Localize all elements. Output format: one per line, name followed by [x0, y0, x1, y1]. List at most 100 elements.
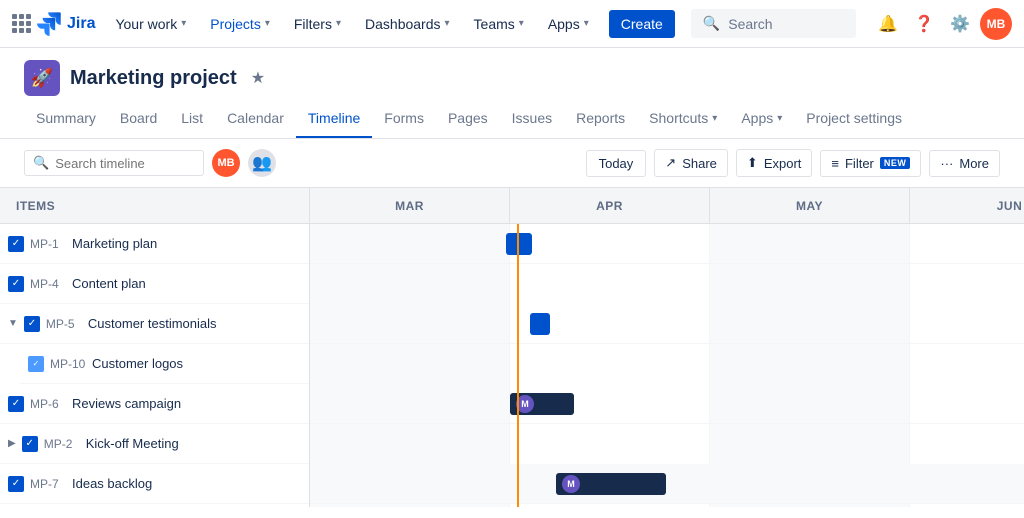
gantt-row-mp5[interactable]: M	[310, 384, 1024, 424]
tab-list[interactable]: List	[169, 100, 215, 138]
checkbox-mp5[interactable]: ✓	[24, 316, 40, 332]
more-button[interactable]: ··· More	[929, 150, 1000, 177]
create-button[interactable]: Create	[609, 10, 675, 38]
gantt-bar-mp10[interactable]: M	[556, 473, 666, 495]
timeline-header-row: Items MAR APR MAY JUN	[0, 188, 1024, 224]
tab-calendar[interactable]: Calendar	[215, 100, 296, 138]
today-line	[517, 224, 519, 507]
months-header: MAR APR MAY JUN	[310, 188, 1024, 223]
filter-button[interactable]: ≡ Filter NEW	[820, 150, 921, 177]
task-id-mp4: MP-4	[30, 277, 66, 291]
task-name-mp1: Marketing plan	[72, 236, 157, 251]
user-avatar-filter[interactable]: MB	[212, 149, 240, 177]
gantt-row-mp4[interactable]	[310, 304, 1024, 344]
task-row-mp2[interactable]: ▶ ✓ MP-2 Kick-off Meeting	[0, 424, 309, 464]
checkbox-mp10[interactable]: ✓	[28, 356, 44, 372]
checkbox-mp1[interactable]: ✓	[8, 236, 24, 252]
chevron-down-icon: ▾	[445, 18, 450, 29]
timeline-right-panel: M M M	[310, 224, 1024, 507]
checkbox-mp7[interactable]: ✓	[8, 476, 24, 492]
gantt-row-mp10[interactable]: M	[310, 464, 1024, 504]
search-timeline-input[interactable]	[55, 156, 185, 171]
gantt-row-mp1[interactable]	[310, 224, 1024, 264]
tab-summary[interactable]: Summary	[24, 100, 108, 138]
project-icon: 🚀	[24, 60, 60, 96]
today-button[interactable]: Today	[586, 150, 647, 177]
share-icon: ↗	[665, 155, 676, 171]
checkbox-mp4[interactable]: ✓	[8, 276, 24, 292]
expand-icon-mp2[interactable]: ▶	[8, 438, 16, 449]
tab-issues[interactable]: Issues	[500, 100, 564, 138]
top-nav: Jira Your work ▾ Projects ▾ Filters ▾ Da…	[0, 0, 1024, 48]
task-row-mp1[interactable]: ✓ MP-1 Marketing plan	[0, 224, 309, 264]
tab-reports[interactable]: Reports	[564, 100, 637, 138]
task-name-mp10: Customer logos	[92, 356, 183, 371]
nav-logo[interactable]: Jira	[12, 12, 95, 36]
chevron-down-icon: ▾	[584, 18, 589, 29]
task-name-mp7: Ideas backlog	[72, 476, 152, 491]
grid-icon	[12, 14, 31, 33]
tab-project-settings[interactable]: Project settings	[794, 100, 914, 138]
task-row-mp8[interactable]: ✓ MP-8 Customer satisfaction survey	[0, 504, 309, 507]
search-bar[interactable]: 🔍 Search	[691, 9, 856, 38]
task-row-mp7[interactable]: ✓ MP-7 Ideas backlog	[0, 464, 309, 504]
month-apr: APR	[510, 188, 710, 223]
chevron-down-icon: ▾	[181, 18, 186, 29]
nav-logo-text: Jira	[67, 15, 95, 33]
task-row-mp10[interactable]: ✓ MP-10 Customer logos	[20, 344, 309, 384]
help-button[interactable]: ❓	[908, 8, 940, 40]
chevron-down-icon: ▾	[519, 18, 524, 29]
month-jun: JUN	[910, 188, 1024, 223]
task-id-mp1: MP-1	[30, 237, 66, 251]
timeline-toolbar: 🔍 MB 👥 Today ↗ Share ⬆ Export ≡ Filter N…	[0, 139, 1024, 188]
task-row-mp5[interactable]: ▼ ✓ MP-5 Customer testimonials	[0, 304, 309, 344]
month-mar: MAR	[310, 188, 510, 223]
nav-your-work[interactable]: Your work ▾	[107, 10, 194, 38]
task-id-mp5: MP-5	[46, 317, 82, 331]
gantt-bar-mp5[interactable]: M	[510, 393, 574, 415]
settings-button[interactable]: ⚙️	[944, 8, 976, 40]
task-id-mp6: MP-6	[30, 397, 66, 411]
gantt-grid: M M M	[310, 224, 1024, 507]
share-button[interactable]: ↗ Share	[654, 149, 728, 177]
nav-filters[interactable]: Filters ▾	[286, 10, 349, 38]
user-avatar[interactable]: MB	[980, 8, 1012, 40]
items-column-header: Items	[0, 188, 310, 223]
export-button[interactable]: ⬆ Export	[736, 149, 812, 177]
search-placeholder: Search	[728, 16, 772, 32]
checkbox-mp6[interactable]: ✓	[8, 396, 24, 412]
chevron-down-icon: ▾	[777, 113, 782, 124]
nav-icons: 🔔 ❓ ⚙️ MB	[872, 8, 1012, 40]
nav-projects[interactable]: Projects ▾	[202, 10, 278, 38]
search-icon: 🔍	[703, 15, 720, 32]
timeline-content: ✓ MP-1 Marketing plan ✓ MP-4 Content pla…	[0, 224, 1024, 507]
nav-teams[interactable]: Teams ▾	[466, 10, 532, 38]
nav-apps[interactable]: Apps ▾	[540, 10, 597, 38]
jira-logo-icon	[37, 12, 61, 36]
task-row-mp4[interactable]: ✓ MP-4 Content plan	[0, 264, 309, 304]
gantt-bar-mp1[interactable]	[506, 233, 532, 255]
filter-badge: NEW	[880, 157, 911, 169]
notifications-button[interactable]: 🔔	[872, 8, 904, 40]
search-timeline[interactable]: 🔍	[24, 150, 204, 176]
tab-pages[interactable]: Pages	[436, 100, 500, 138]
nav-dashboards[interactable]: Dashboards ▾	[357, 10, 458, 38]
checkbox-mp2[interactable]: ✓	[22, 436, 38, 452]
tab-apps[interactable]: Apps ▾	[729, 100, 794, 138]
ellipsis-icon: ···	[940, 156, 953, 171]
star-icon[interactable]: ★	[251, 68, 265, 88]
chevron-down-icon: ▾	[712, 113, 717, 124]
gantt-bar-mp4[interactable]	[530, 313, 550, 335]
task-name-mp5: Customer testimonials	[88, 316, 217, 331]
tab-shortcuts[interactable]: Shortcuts ▾	[637, 100, 729, 138]
filter-icon: ≡	[831, 156, 839, 171]
tab-board[interactable]: Board	[108, 100, 169, 138]
group-avatar[interactable]: 👥	[248, 149, 276, 177]
task-id-mp2: MP-2	[44, 437, 80, 451]
month-may: MAY	[710, 188, 910, 223]
task-row-mp6[interactable]: ✓ MP-6 Reviews campaign	[0, 384, 309, 424]
expand-icon-mp5[interactable]: ▼	[8, 318, 18, 329]
tab-forms[interactable]: Forms	[372, 100, 436, 138]
task-name-mp2: Kick-off Meeting	[86, 436, 179, 451]
tab-timeline[interactable]: Timeline	[296, 100, 372, 138]
